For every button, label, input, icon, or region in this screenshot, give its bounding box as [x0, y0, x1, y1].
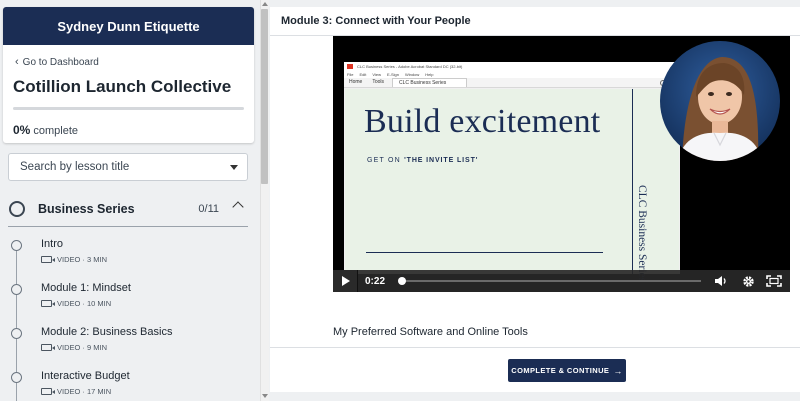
video-camera-icon: [41, 388, 55, 395]
lesson-status-circle-icon: [11, 372, 22, 383]
lesson-meta-text: VIDEO · 3 MIN: [57, 255, 108, 264]
lesson-meta-text: VIDEO · 9 MIN: [57, 343, 108, 352]
sidebar-scroll-thumb[interactable]: [261, 9, 268, 184]
lesson-title: Intro: [41, 238, 64, 250]
video-time: 0:22: [365, 275, 386, 287]
video-controls: 0:22: [333, 270, 790, 292]
chevron-up-icon[interactable]: [232, 201, 244, 213]
lesson-status-circle-icon: [11, 284, 22, 295]
section-count: 0/11: [198, 203, 219, 215]
app-menu-item: File: [347, 72, 354, 77]
app-menu-item: E-Sign: [386, 72, 399, 77]
resources-link[interactable]: My Preferred Software and Online Tools: [333, 326, 528, 338]
lesson-meta-text: VIDEO · 17 MIN: [57, 387, 112, 396]
app-toolbar: Home Tools CLC Business Series: [344, 78, 680, 88]
section-header-business-series[interactable]: Business Series 0/11: [8, 193, 248, 225]
slide-vertical-text: CLC Business Series: [636, 185, 648, 283]
lesson-meta-text: VIDEO · 10 MIN: [57, 299, 112, 308]
lesson-title: Module 2: Business Basics: [41, 326, 173, 338]
scroll-up-arrow-icon[interactable]: [262, 2, 268, 6]
dashboard-link-label: Go to Dashboard: [22, 56, 99, 68]
volume-icon[interactable]: [714, 275, 728, 287]
section-divider: [8, 226, 248, 227]
app-menu-item: Help: [425, 72, 434, 77]
lesson-meta: VIDEO · 3 MIN: [41, 255, 107, 264]
app-tab: Tools: [372, 79, 385, 85]
go-to-dashboard-link[interactable]: ‹ Go to Dashboard: [15, 56, 99, 68]
course-title: Cotillion Launch Collective: [13, 77, 232, 96]
app-title: CLC Business Series - Adobe Acrobat Stan…: [357, 64, 463, 69]
lesson-search-select[interactable]: Search by lesson title: [8, 153, 248, 181]
lesson-meta: VIDEO · 9 MIN: [41, 343, 107, 352]
slide-subtitle-prefix: GET ON: [367, 157, 401, 164]
presenter-webcam: [660, 41, 780, 161]
progress-suffix: complete: [33, 125, 79, 137]
lesson-item[interactable]: Module 1: Mindset VIDEO · 10 MIN: [10, 282, 248, 322]
app-menubar: File Edit View E-Sign Window Help: [344, 71, 680, 78]
lesson-footer: COMPLETE & CONTINUE →: [270, 347, 800, 392]
fullscreen-icon[interactable]: [766, 275, 782, 287]
lesson-item[interactable]: Module 2: Business Basics VIDEO · 9 MIN: [10, 326, 248, 366]
course-sidebar: Sydney Dunn Etiquette ‹ Go to Dashboard …: [0, 0, 260, 401]
presentation-slide: Build excitement GET ON 'THE INVITE LIST…: [345, 89, 679, 283]
complete-and-continue-button[interactable]: COMPLETE & CONTINUE →: [508, 359, 626, 382]
slide-subtitle: GET ON 'THE INVITE LIST': [367, 157, 478, 164]
video-frame-screen-share: CLC Business Series - Adobe Acrobat Stan…: [344, 62, 680, 283]
brand-header: Sydney Dunn Etiquette: [3, 7, 254, 45]
lesson-title: Module 1: Mindset: [41, 282, 131, 294]
lesson-title: Interactive Budget: [41, 370, 130, 382]
app-titlebar: CLC Business Series - Adobe Acrobat Stan…: [344, 62, 680, 71]
lesson-status-circle-icon: [11, 328, 22, 339]
app-doc-tab: CLC Business Series: [392, 78, 468, 87]
app-menu-item: View: [372, 72, 381, 77]
slide-divider: [366, 252, 603, 253]
video-scrub-bar[interactable]: [398, 277, 701, 285]
lesson-meta: VIDEO · 17 MIN: [41, 387, 111, 396]
video-camera-icon: [41, 344, 55, 351]
lesson-item[interactable]: Interactive Budget VIDEO · 17 MIN: [10, 370, 248, 401]
slide-vertical-rule: [632, 89, 633, 274]
lesson-status-circle-icon: [11, 240, 22, 251]
complete-button-label: COMPLETE & CONTINUE: [511, 366, 610, 375]
video-player[interactable]: CLC Business Series - Adobe Acrobat Stan…: [333, 36, 790, 292]
progress-percent: 0%: [13, 123, 31, 137]
module-title: Module 3: Connect with Your People: [281, 15, 471, 27]
section-title: Business Series: [38, 202, 135, 216]
video-camera-icon: [41, 256, 55, 263]
app-tab: Home: [349, 79, 363, 85]
course-card: Sydney Dunn Etiquette ‹ Go to Dashboard …: [3, 7, 254, 143]
video-camera-icon: [41, 300, 55, 307]
lesson-search-placeholder: Search by lesson title: [20, 161, 130, 173]
acrobat-icon: [347, 64, 353, 69]
course-progress-bar: [13, 107, 244, 110]
chevron-left-icon: ‹: [15, 56, 19, 68]
arrow-right-icon: →: [613, 365, 623, 376]
progress-text: 0% complete: [13, 123, 78, 137]
section-progress-circle-icon: [9, 201, 25, 217]
module-header: Module 3: Connect with Your People: [270, 7, 800, 36]
lesson-meta: VIDEO · 10 MIN: [41, 299, 111, 308]
slide-headline: Build excitement: [364, 103, 601, 140]
play-button[interactable]: [333, 270, 358, 292]
lesson-item[interactable]: Intro VIDEO · 3 MIN: [10, 238, 248, 278]
scrub-handle[interactable]: [398, 277, 406, 285]
app-menu-item: Edit: [359, 72, 367, 77]
slide-subtitle-emphasis: 'THE INVITE LIST': [404, 157, 479, 164]
app-menu-item: Window: [404, 72, 420, 77]
settings-gear-icon[interactable]: [742, 275, 755, 288]
lesson-content: Module 3: Connect with Your People CLC B…: [270, 7, 800, 392]
caret-down-icon: [230, 165, 238, 170]
scroll-down-arrow-icon[interactable]: [262, 394, 268, 398]
